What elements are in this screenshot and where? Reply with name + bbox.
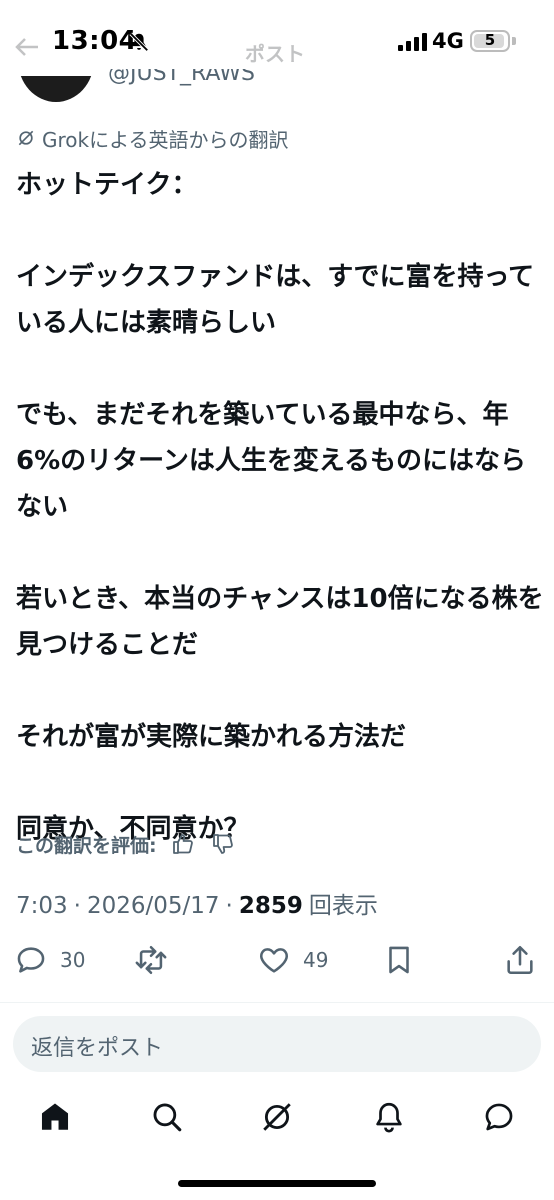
reply-button[interactable]: 30 (14, 943, 85, 977)
header-title: ポスト (245, 42, 305, 66)
views-count[interactable]: 2859 (239, 893, 303, 919)
views-label: 回表示 (308, 893, 378, 919)
bookmark-button[interactable] (382, 943, 416, 977)
translation-note-text: Grokによる英語からの翻訳 (42, 127, 289, 152)
thumbs-up-icon[interactable] (171, 832, 195, 856)
share-button[interactable] (503, 943, 537, 977)
post-paragraph: ホットテイク： (16, 170, 198, 200)
like-icon (260, 948, 288, 973)
back-arrow-icon[interactable] (14, 36, 40, 58)
author-handle[interactable]: @JUST_RAWS (108, 69, 255, 89)
messages-icon[interactable] (482, 1100, 516, 1134)
post-date: 2026/05/17 (86, 893, 220, 919)
bookmark-icon (389, 946, 409, 974)
grok-icon[interactable] (260, 1100, 294, 1134)
meta-separator: · (73, 893, 81, 919)
rate-translation: この翻訳を評価: (16, 829, 235, 859)
repost-icon (135, 945, 167, 975)
battery-nub (512, 37, 516, 45)
reply-input[interactable]: 返信をポスト (13, 1016, 541, 1072)
post-paragraph: 若いとき、本当のチャンスは10倍になる株を見つけることだ (16, 584, 544, 660)
search-icon[interactable] (150, 1100, 184, 1134)
reply-icon (17, 947, 45, 973)
like-count: 49 (303, 948, 329, 972)
network-type: 4G (432, 29, 464, 53)
thumbs-down-icon[interactable] (211, 832, 235, 856)
status-time: 13:04 (52, 26, 138, 56)
post-meta: 7:03 · 2026/05/17 · 2859 回表示 (16, 886, 378, 920)
bell-slash-icon (129, 32, 149, 52)
post-time: 7:03 (16, 893, 68, 919)
signal-icon (398, 33, 427, 51)
action-bar: 30 49 (0, 935, 554, 985)
repost-button[interactable] (134, 943, 168, 977)
battery-icon: 5 (470, 30, 510, 52)
translation-note: Grokによる英語からの翻訳 (16, 125, 289, 152)
post-paragraph: でも、まだそれを築いている最中なら、年6%のリターンは人生を変えるものにはならな… (16, 400, 527, 522)
notifications-icon[interactable] (372, 1100, 406, 1134)
reply-placeholder: 返信をポスト (31, 1036, 164, 1061)
share-icon (507, 945, 533, 975)
meta-separator: · (225, 893, 233, 919)
battery-level: 5 (484, 31, 496, 49)
author-handle-text: @JUST_RAWS (108, 69, 255, 86)
divider (0, 1002, 554, 1003)
rate-translation-label: この翻訳を評価: (16, 834, 157, 857)
grok-icon (18, 130, 34, 146)
post-paragraph: インデックスファンドは、すでに富を持っている人には素晴らしい (16, 262, 535, 338)
reply-count: 30 (60, 948, 86, 972)
home-icon[interactable] (38, 1100, 72, 1134)
post-text: ホットテイク： インデックスファンドは、すでに富を持っている人には素晴らしい で… (16, 162, 546, 852)
home-indicator (178, 1180, 376, 1187)
like-button[interactable]: 49 (257, 943, 328, 977)
post-paragraph: それが富が実際に築かれる方法だ (16, 722, 407, 752)
bottom-nav (0, 1090, 554, 1150)
